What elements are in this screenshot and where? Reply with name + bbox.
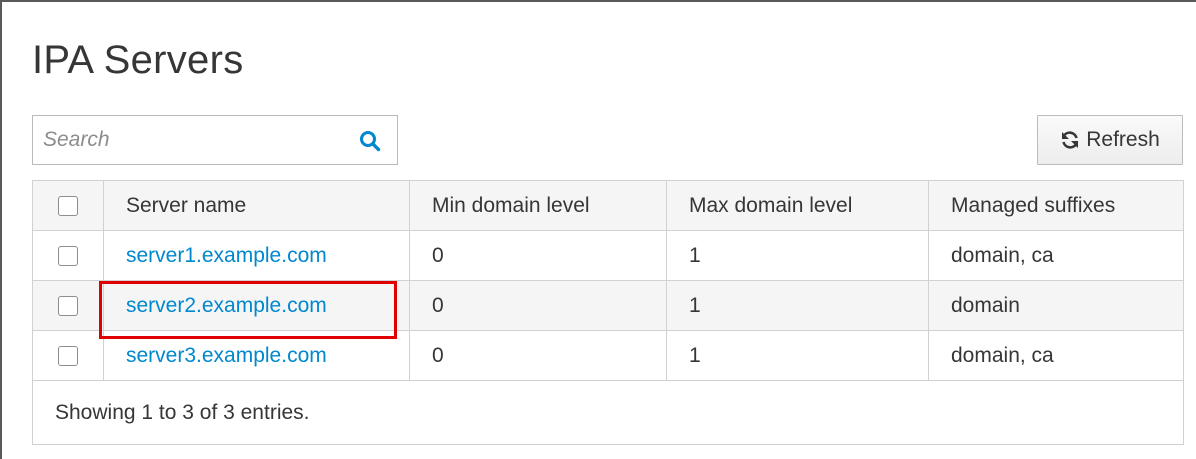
search-icon[interactable] bbox=[359, 130, 381, 152]
column-header-max-domain-level[interactable]: Max domain level bbox=[667, 181, 929, 230]
row-checkbox[interactable] bbox=[58, 245, 78, 266]
row-checkbox[interactable] bbox=[58, 295, 78, 316]
window-frame: IPA Servers Refresh Server name bbox=[0, 0, 1196, 459]
column-header-server-name[interactable]: Server name bbox=[104, 181, 410, 230]
select-all-cell bbox=[33, 181, 104, 230]
max-domain-level-cell: 1 bbox=[667, 281, 929, 330]
managed-suffixes-cell: domain, ca bbox=[951, 243, 1054, 267]
refresh-label: Refresh bbox=[1086, 128, 1160, 151]
server-name-cell: server3.example.com bbox=[104, 331, 410, 380]
search-box[interactable] bbox=[32, 115, 398, 165]
row-select-cell bbox=[33, 231, 104, 280]
max-domain-level-cell: 1 bbox=[667, 231, 929, 280]
managed-suffixes-cell: domain bbox=[951, 293, 1020, 317]
refresh-button[interactable]: Refresh bbox=[1037, 115, 1183, 165]
server-name-cell: server1.example.com bbox=[104, 231, 410, 280]
table-footer-status: Showing 1 to 3 of 3 entries. bbox=[33, 381, 1183, 444]
table-row: server2.example.com 0 1 domain bbox=[33, 281, 1183, 331]
column-header-managed-suffixes[interactable]: Managed suffixes bbox=[929, 181, 1183, 230]
search-input[interactable] bbox=[33, 116, 353, 164]
min-domain-level-cell: 0 bbox=[410, 281, 667, 330]
servers-table: Server name Min domain level Max domain … bbox=[32, 180, 1184, 445]
managed-suffixes-cell: domain, ca bbox=[951, 343, 1054, 367]
row-select-cell bbox=[33, 281, 104, 330]
page-title: IPA Servers bbox=[32, 38, 244, 82]
row-checkbox[interactable] bbox=[58, 345, 78, 366]
server-link[interactable]: server2.example.com bbox=[126, 294, 327, 318]
column-header-min-domain-level[interactable]: Min domain level bbox=[410, 181, 667, 230]
table-row: server1.example.com 0 1 domain, ca bbox=[33, 231, 1183, 281]
min-domain-level-cell: 0 bbox=[410, 331, 667, 380]
refresh-icon bbox=[1060, 130, 1080, 150]
row-select-cell bbox=[33, 331, 104, 380]
table-row: server3.example.com 0 1 domain, ca bbox=[33, 331, 1183, 381]
min-domain-level-cell: 0 bbox=[410, 231, 667, 280]
max-domain-level-cell: 1 bbox=[667, 331, 929, 380]
table-header-row: Server name Min domain level Max domain … bbox=[33, 181, 1183, 231]
server-link[interactable]: server3.example.com bbox=[126, 344, 327, 368]
server-name-cell: server2.example.com bbox=[104, 281, 410, 330]
select-all-checkbox[interactable] bbox=[58, 195, 78, 216]
server-link[interactable]: server1.example.com bbox=[126, 244, 327, 268]
